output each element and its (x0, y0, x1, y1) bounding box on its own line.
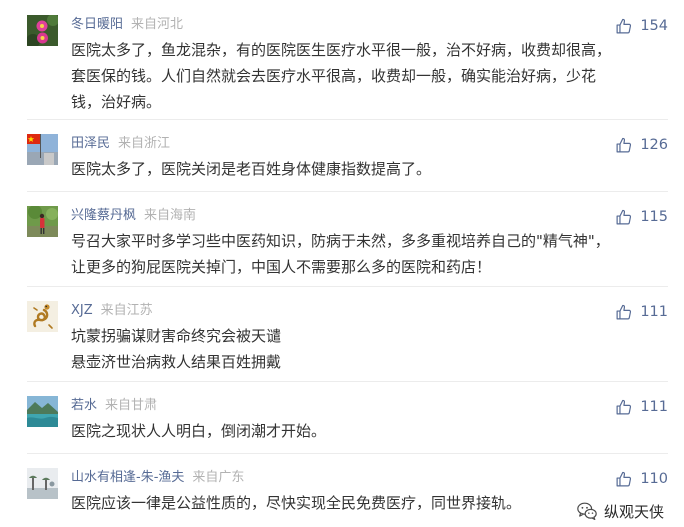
avatar[interactable] (27, 15, 58, 46)
username[interactable]: 山水有相逢-朱-渔夫 (71, 470, 184, 485)
comment-line: 医院太多了，鱼龙混杂，有的医院医生医疗水平很一般，治不好病，收费却很高， (71, 41, 612, 59)
comment-line: 医院之现状人人明白，倒闭潮才开始。 (71, 422, 327, 440)
username[interactable]: 兴隆蔡丹枫 (71, 208, 136, 223)
comment-meta: 山水有相逢-朱-渔夫 来自广东 (71, 468, 244, 488)
divider (27, 191, 668, 192)
comment-line: 钱，治好病。 (71, 93, 162, 111)
comment-text: 号召大家平时多学习些中医药知识，防病于未然，多多重视培养自己的"精气神"， 让更… (71, 228, 666, 280)
comment-line: 医院太多了，医院关闭是老百姓身体健康指数提高了。 (71, 160, 432, 178)
avatar[interactable] (27, 396, 58, 427)
comment-text: 医院太多了，医院关闭是老百姓身体健康指数提高了。 (71, 156, 666, 182)
comment-line: 套医保的钱。人们自然就会去医疗水平很高，收费却一般，确实能治好病，少花 (71, 67, 597, 85)
thumbs-up-icon (616, 399, 632, 414)
comment-meta: 冬日暖阳 来自河北 (71, 15, 183, 35)
thumbs-up-icon (616, 18, 632, 33)
username[interactable]: 冬日暖阳 (71, 17, 123, 32)
thumbs-up-icon (616, 304, 632, 319)
divider (27, 453, 668, 454)
comment-meta: XJZ 来自江苏 (71, 301, 153, 321)
thumbs-up-icon (616, 137, 632, 152)
location-label: 来自浙江 (118, 136, 171, 151)
like-count: 111 (640, 399, 668, 415)
like-count: 115 (640, 209, 668, 225)
comment-text: 坑蒙拐骗谋财害命终究会被天谴 悬壶济世治病救人结果百姓拥戴 (71, 323, 666, 375)
like-button[interactable]: 115 (615, 207, 668, 227)
like-button[interactable]: 111 (615, 397, 668, 417)
like-button[interactable]: 126 (615, 135, 668, 155)
wechat-icon (577, 502, 597, 521)
comment-line: 让更多的狗屁医院关掉门，中国人不需要那么多的医院和药店！ (71, 258, 492, 276)
comment-line: 悬壶济世治病救人结果百姓拥戴 (71, 353, 282, 371)
comment-line: 坑蒙拐骗谋财害命终究会被天谴 (71, 327, 282, 345)
username[interactable]: XJZ (71, 303, 93, 318)
comment-meta: 田泽民 来自浙江 (71, 134, 170, 154)
thumbs-up-icon (616, 471, 632, 486)
avatar[interactable] (27, 301, 58, 332)
location-label: 来自海南 (144, 208, 197, 223)
thumbs-up-icon (616, 209, 632, 224)
like-count: 110 (640, 471, 668, 487)
comment-line: 号召大家平时多学习些中医药知识，防病于未然，多多重视培养自己的"精气神"， (71, 232, 610, 250)
divider (27, 119, 668, 120)
location-label: 来自河北 (131, 17, 184, 32)
divider (27, 381, 668, 382)
location-label: 来自江苏 (100, 303, 153, 318)
divider (27, 286, 668, 287)
watermark: 纵观天侠 (576, 498, 664, 524)
comment-feed: 冬日暖阳 来自河北 154 医院太多了，鱼龙混杂，有的医院医生医疗水平很一般，治不… (0, 0, 684, 527)
avatar[interactable] (27, 206, 58, 237)
like-count: 111 (640, 304, 668, 320)
like-button[interactable]: 110 (615, 469, 668, 489)
comment-meta: 若水 来自甘肃 (71, 396, 157, 416)
watermark-text: 纵观天侠 (603, 502, 664, 521)
like-button[interactable]: 111 (615, 302, 668, 322)
location-label: 来自甘肃 (105, 398, 158, 413)
like-count: 126 (640, 137, 668, 153)
comment-text: 医院之现状人人明白，倒闭潮才开始。 (71, 418, 666, 444)
like-count: 154 (640, 18, 668, 34)
avatar[interactable] (27, 468, 58, 499)
username[interactable]: 田泽民 (71, 136, 110, 151)
comment-text: 医院太多了，鱼龙混杂，有的医院医生医疗水平很一般，治不好病，收费却很高， 套医保… (71, 37, 666, 115)
location-label: 来自广东 (192, 470, 245, 485)
username[interactable]: 若水 (71, 398, 97, 413)
avatar[interactable] (27, 134, 58, 165)
like-button[interactable]: 154 (615, 16, 668, 36)
comment-meta: 兴隆蔡丹枫 来自海南 (71, 206, 196, 226)
